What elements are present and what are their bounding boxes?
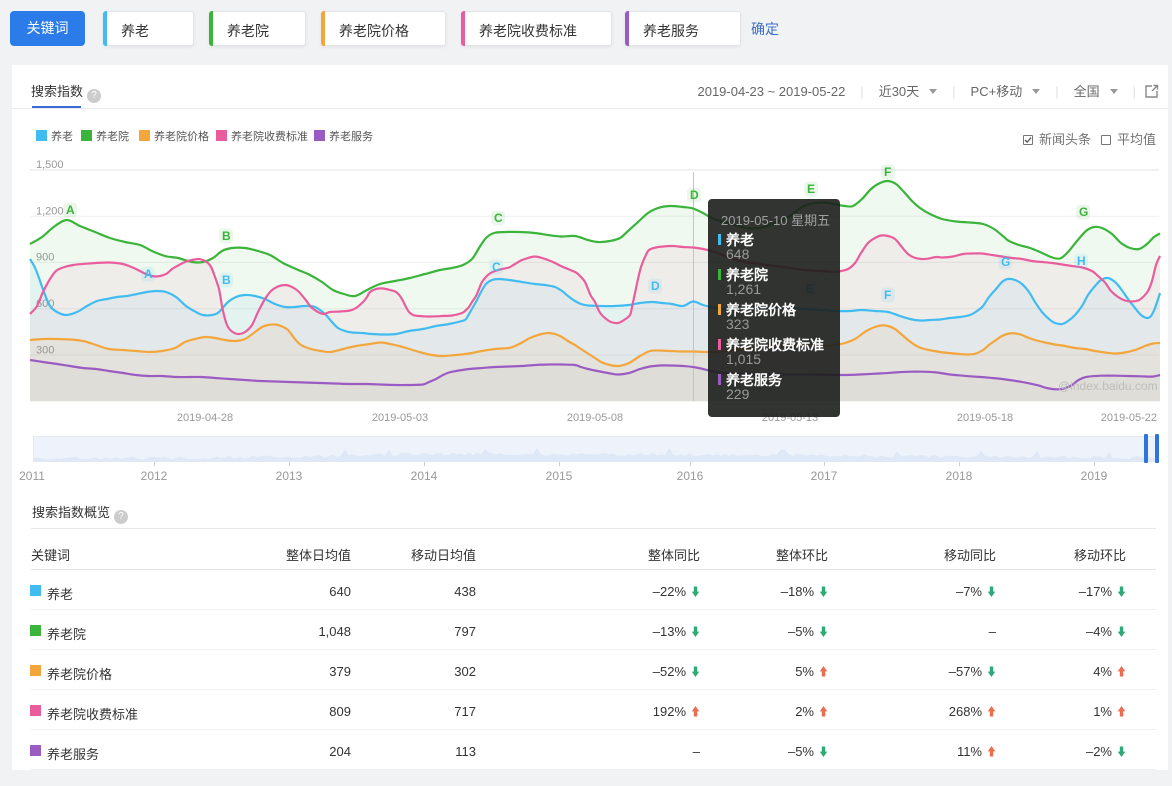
svg-text:G: G bbox=[1079, 205, 1088, 219]
svg-text:A: A bbox=[144, 267, 153, 281]
svg-text:D: D bbox=[690, 188, 699, 202]
svg-text:2019-05-03: 2019-05-03 bbox=[372, 412, 428, 424]
svg-text:E: E bbox=[807, 182, 815, 196]
svg-text:2019-05-08: 2019-05-08 bbox=[567, 412, 623, 424]
svg-text:1,200: 1,200 bbox=[36, 206, 64, 218]
svg-text:2019-05-22: 2019-05-22 bbox=[1101, 412, 1157, 424]
svg-text:D: D bbox=[651, 279, 660, 293]
svg-text:1,500: 1,500 bbox=[36, 159, 64, 171]
svg-text:A: A bbox=[66, 203, 75, 217]
svg-text:C: C bbox=[492, 260, 501, 274]
svg-text:2019-04-28: 2019-04-28 bbox=[177, 412, 233, 424]
svg-text:F: F bbox=[884, 288, 891, 302]
svg-text:B: B bbox=[222, 229, 231, 243]
svg-text:F: F bbox=[884, 165, 891, 179]
svg-text:G: G bbox=[1001, 255, 1010, 269]
svg-text:2019-05-18: 2019-05-18 bbox=[957, 412, 1013, 424]
svg-text:H: H bbox=[1077, 254, 1086, 268]
svg-text:@index.baidu.com: @index.baidu.com bbox=[1058, 379, 1158, 393]
svg-text:C: C bbox=[494, 211, 503, 225]
svg-text:B: B bbox=[222, 273, 231, 287]
